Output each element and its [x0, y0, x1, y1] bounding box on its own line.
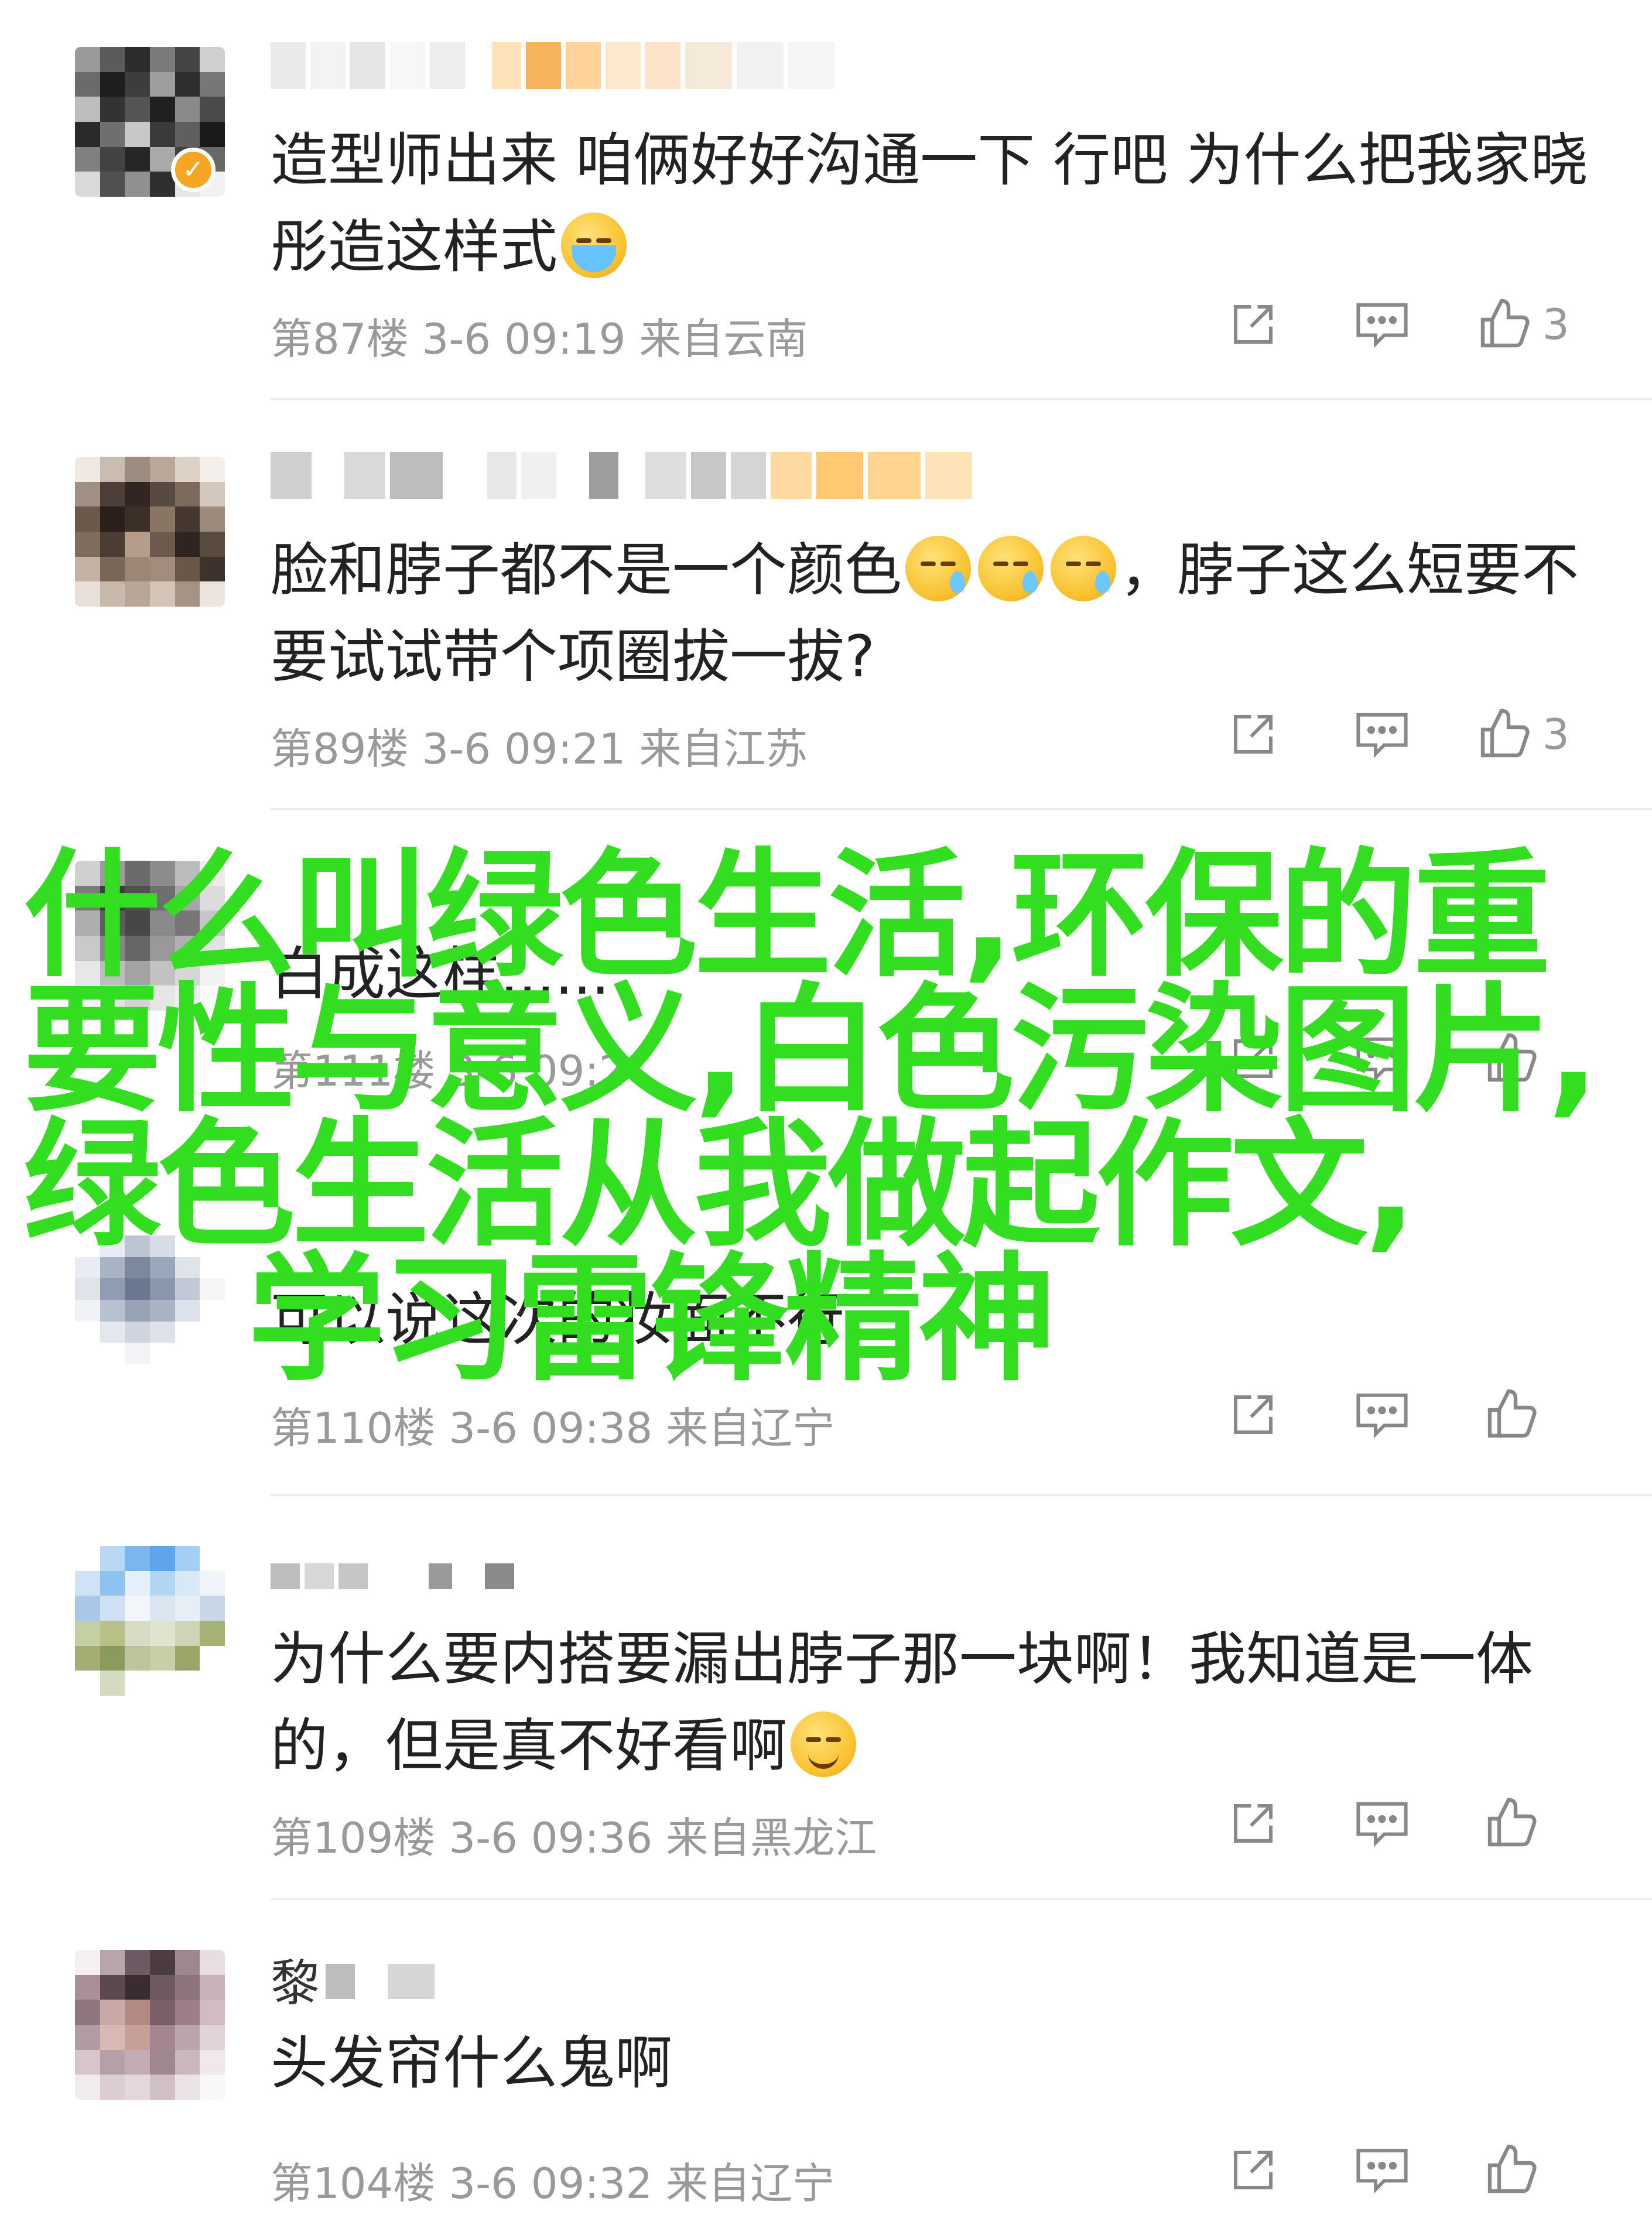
like-button[interactable] [1476, 2135, 1546, 2205]
comment-meta: 第104楼 3-6 09:32 来自辽宁 [271, 2159, 835, 2208]
reply-button[interactable] [1347, 2135, 1417, 2205]
share-edit-icon [1234, 1804, 1273, 1843]
thumbs-up-icon [1487, 1798, 1537, 1847]
username-blurred[interactable] [271, 42, 835, 89]
username[interactable]: 黎 [271, 1944, 320, 2015]
comment-meta: 第110楼 3-6 09:38 来自辽宁 [271, 1404, 835, 1453]
share-edit-icon [1234, 305, 1273, 344]
comment-text: 脸和脖子都不是一个颜色 ，脖子这么短要不要试试带个项圈拔一拔? [271, 536, 1579, 690]
like-button[interactable] [1476, 1788, 1546, 1858]
share-button[interactable] [1218, 699, 1288, 769]
comment-text: 为什么要内搭要漏出脖子那一块啊！我知道是一体的，但是真不好看啊 [271, 1626, 1534, 1779]
share-button[interactable] [1218, 2135, 1288, 2205]
comment-meta: 第89楼 3-6 09:21 来自江苏 [271, 724, 808, 773]
dizzy-face-emoji-icon [791, 1712, 857, 1777]
cold-sweat-emoji-icon [1051, 536, 1117, 601]
overlay-line-1: 什么叫绿色生活,环保的重要性与意义,白色污染图片,绿色生活从我做起作文, [23, 836, 1600, 1265]
like-count: 3 [1542, 710, 1569, 759]
avatar[interactable] [75, 457, 225, 607]
like-button[interactable]: 3 [1476, 699, 1605, 769]
avatar[interactable] [75, 1546, 225, 1696]
reply-button[interactable] [1347, 289, 1417, 360]
cold-sweat-emoji-icon [978, 536, 1044, 601]
comment-text: 造型师出来 咱俩好好沟通一下 行吧 为什么把我家晓彤造这样式 [271, 127, 1588, 280]
thumbs-up-icon [1487, 2144, 1537, 2193]
share-edit-icon [1234, 715, 1273, 754]
share-button[interactable] [1218, 1380, 1288, 1450]
verified-badge-icon: ✓ [171, 148, 216, 192]
reply-button[interactable] [1347, 1380, 1417, 1450]
thumbs-up-icon [1480, 709, 1530, 758]
comment-text: 头发帘什么鬼啊 [271, 2030, 673, 2097]
comment-bubble-icon [1356, 303, 1408, 348]
username-blurred[interactable] [271, 452, 972, 499]
share-button[interactable] [1218, 289, 1288, 360]
crying-face-emoji-icon [561, 213, 627, 278]
overlay-line-2: 学习雷锋精神 [248, 1240, 1056, 1400]
overlay-headline: 什么叫绿色生活,环保的重要性与意义,白色污染图片,绿色生活从我做起作文, 学习雷… [23, 847, 1605, 1400]
like-count: 3 [1542, 300, 1569, 349]
username-blurred[interactable] [271, 1563, 514, 1610]
comment-bubble-icon [1356, 1802, 1408, 1847]
comment-meta: 第109楼 3-6 09:36 来自黑龙江 [271, 1813, 877, 1863]
like-button[interactable]: 3 [1476, 289, 1605, 360]
share-edit-icon [1234, 2151, 1273, 2189]
reply-button[interactable] [1347, 1788, 1417, 1858]
thumbs-up-icon [1487, 1389, 1537, 1438]
like-button[interactable] [1476, 1380, 1546, 1450]
cold-sweat-emoji-icon [905, 536, 972, 601]
comment-bubble-icon [1356, 713, 1408, 758]
divider [271, 398, 1652, 400]
divider [271, 1898, 1652, 1900]
comment-bubble-icon [1356, 2148, 1408, 2194]
comment-bubble-icon [1356, 1393, 1408, 1439]
username-blurred[interactable] [326, 1964, 435, 2011]
divider [271, 1494, 1652, 1496]
avatar[interactable] [75, 1950, 225, 2100]
comment-meta: 第87楼 3-6 09:19 来自云南 [271, 314, 808, 364]
share-edit-icon [1234, 1395, 1273, 1434]
share-button[interactable] [1218, 1788, 1288, 1858]
divider [271, 808, 1652, 810]
reply-button[interactable] [1347, 699, 1417, 769]
thumbs-up-icon [1480, 299, 1530, 348]
